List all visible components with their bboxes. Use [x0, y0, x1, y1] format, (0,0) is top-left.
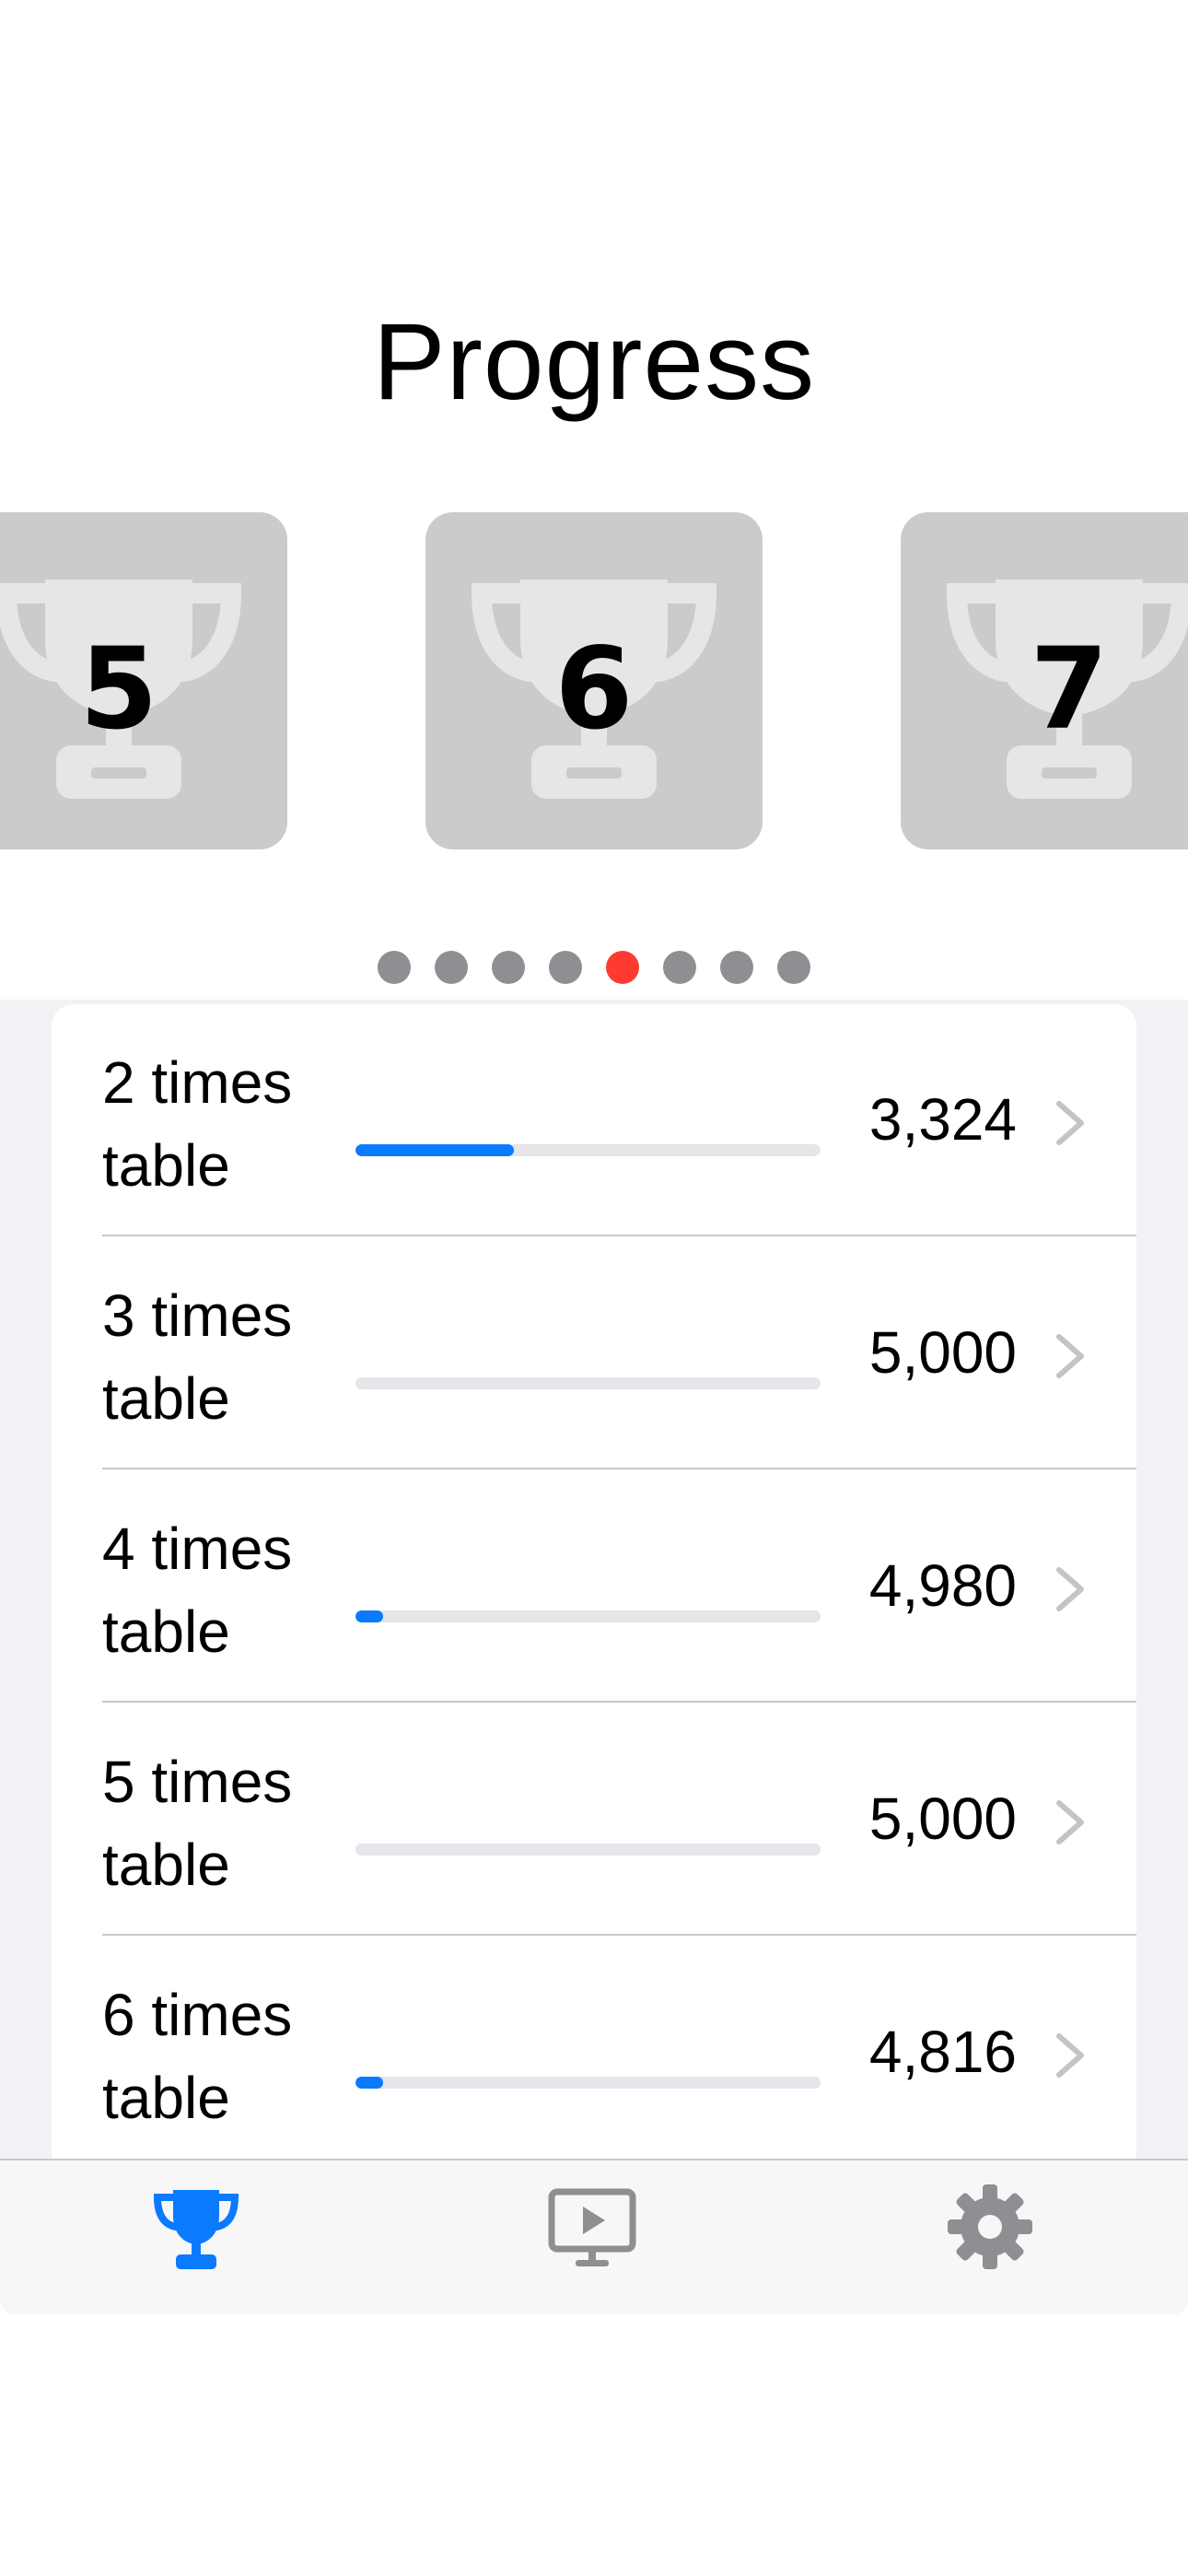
page-dot[interactable] [435, 951, 468, 984]
table-score: 5,000 [868, 1319, 1017, 1386]
chevron-right-icon [1056, 1334, 1084, 1378]
tab-settings[interactable] [944, 2181, 1036, 2273]
chevron-right-icon [1056, 1800, 1084, 1844]
tv-play-icon [548, 2188, 636, 2266]
progress-bar [355, 2077, 821, 2089]
chevron-right-icon [1056, 1567, 1084, 1611]
list-item[interactable]: 2 times table 3,324 [52, 1004, 1136, 1236]
trophy-number: 5 [79, 624, 158, 755]
page-dot[interactable] [720, 951, 753, 984]
page-dot[interactable] [378, 951, 411, 984]
tab-bar [0, 2159, 1188, 2314]
table-score: 4,980 [868, 1552, 1017, 1619]
chevron-right-icon [1056, 2033, 1084, 2078]
table-name: 4 times table [102, 1516, 293, 1665]
trophy-number: 7 [1030, 624, 1109, 755]
chevron-right-icon [1056, 1101, 1084, 1145]
page-dot[interactable] [663, 951, 696, 984]
table-name: 2 times table [102, 1049, 293, 1199]
trophy-card-5[interactable]: 5 [0, 512, 287, 849]
list-item[interactable]: 3 times table 5,000 [52, 1237, 1136, 1469]
page-dot-active[interactable] [606, 951, 639, 984]
progress-fill [355, 2077, 384, 2089]
table-name: 5 times table [102, 1749, 293, 1898]
table-name: 6 times table [102, 1982, 293, 2131]
table-score: 4,816 [868, 2019, 1017, 2085]
progress-fill [355, 1144, 514, 1156]
page-dot[interactable] [777, 951, 810, 984]
progress-bar [355, 1377, 821, 1389]
table-score: 3,324 [868, 1086, 1017, 1153]
progress-bar [355, 1144, 821, 1156]
row-separator [102, 1468, 1136, 1469]
trophy-icon [153, 2190, 239, 2269]
row-separator [102, 1701, 1136, 1703]
tab-lessons[interactable] [546, 2181, 638, 2273]
table-name: 3 times table [102, 1282, 293, 1432]
progress-bar [355, 1844, 821, 1856]
row-separator [102, 1235, 1136, 1236]
gear-icon [948, 2184, 1032, 2269]
trophy-card-7[interactable]: 7 [901, 512, 1188, 849]
trophy-number: 6 [554, 624, 634, 755]
list-item[interactable]: 6 times table 4,816 [52, 1937, 1136, 2159]
table-score: 5,000 [868, 1786, 1017, 1852]
page-control[interactable] [0, 949, 1188, 986]
page-title: Progress [372, 301, 816, 423]
row-separator [102, 1934, 1136, 1936]
page-dot[interactable] [492, 951, 525, 984]
trophy-card-6[interactable]: 6 [425, 512, 763, 849]
list-item[interactable]: 5 times table 5,000 [52, 1704, 1136, 1936]
tab-progress[interactable] [150, 2181, 242, 2273]
progress-bar [355, 1610, 821, 1622]
list-item[interactable]: 4 times table 4,980 [52, 1470, 1136, 1703]
times-table-list: 2 times table 3,324 3 times table 5,000 4 ti… [52, 1004, 1136, 2159]
progress-fill [355, 1610, 384, 1622]
page-dot[interactable] [549, 951, 582, 984]
